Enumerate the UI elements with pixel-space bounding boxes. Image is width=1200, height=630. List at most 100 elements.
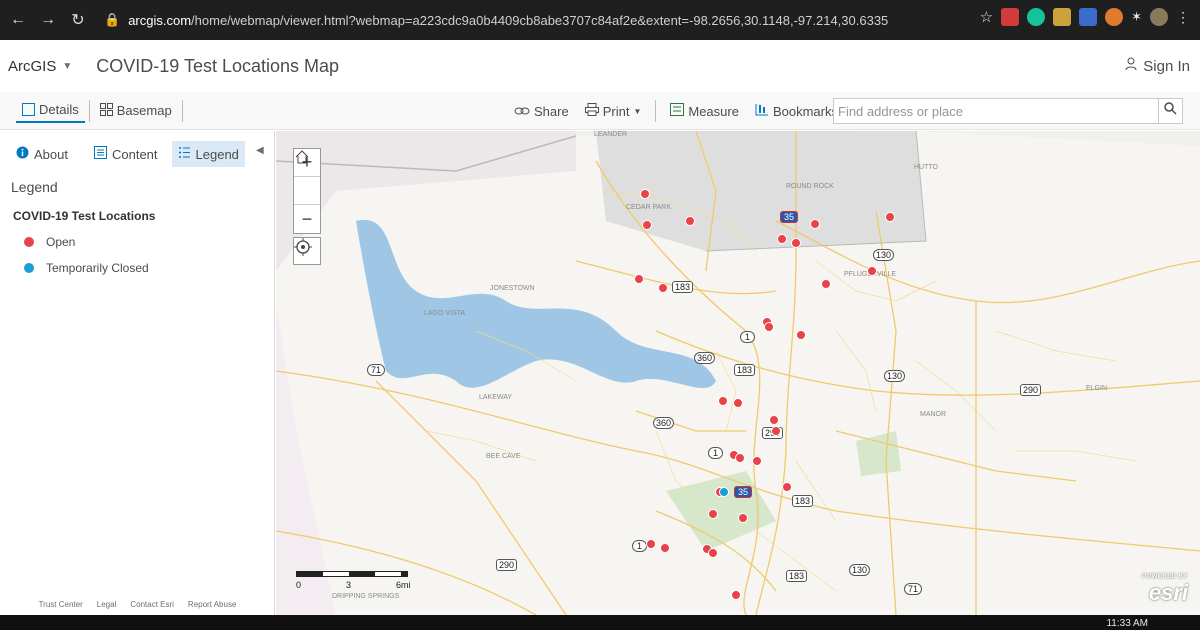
esri-wordmark: esri: [1148, 580, 1188, 605]
toolbar-actions: Share Print ▼ Measure Bookmarks: [508, 99, 844, 123]
closed-swatch: [24, 263, 34, 273]
tab-label: Content: [111, 146, 158, 162]
test-location-marker[interactable]: [885, 212, 895, 222]
details-icon: [22, 103, 35, 116]
tab-legend[interactable]: Legend: [171, 141, 245, 167]
scale-label: 0: [296, 580, 302, 590]
home-button[interactable]: [294, 150, 320, 205]
zoom-out-button[interactable]: −: [294, 205, 320, 233]
tab-label: Legend: [195, 146, 239, 162]
details-button[interactable]: Details: [16, 99, 85, 123]
test-location-marker[interactable]: [685, 216, 695, 226]
map-view[interactable]: LEANDER ROUND ROCK CEDAR PARK HUTTO PFLU…: [276, 131, 1200, 615]
test-location-marker[interactable]: [718, 396, 728, 406]
extension-icon[interactable]: [1105, 8, 1124, 26]
test-location-marker[interactable]: [634, 274, 644, 284]
toolbar-divider: [181, 99, 183, 122]
test-location-marker[interactable]: [658, 283, 668, 293]
test-location-marker[interactable]: [764, 322, 774, 332]
test-location-marker[interactable]: [782, 482, 792, 492]
test-location-marker[interactable]: [796, 330, 806, 340]
back-icon[interactable]: ←: [6, 8, 30, 32]
info-icon: [16, 146, 29, 162]
test-location-marker[interactable]: [708, 548, 718, 558]
test-location-marker[interactable]: [810, 219, 820, 229]
print-button[interactable]: Print ▼: [579, 99, 648, 123]
clock: 11:33 AM: [1106, 618, 1148, 629]
bookmarks-label: Bookmarks: [772, 103, 838, 119]
test-location-marker[interactable]: [733, 398, 743, 408]
test-location-marker[interactable]: [735, 453, 745, 463]
basemap-button[interactable]: Basemap: [94, 99, 178, 123]
app-header: ArcGIS ▼ COVID-19 Test Locations Map Sig…: [0, 40, 1200, 92]
place-label: CEDAR PARK: [626, 204, 671, 211]
arcgis-menu[interactable]: ArcGIS ▼: [8, 58, 72, 75]
place-label: DRIPPING SPRINGS: [332, 593, 400, 600]
esri-logo[interactable]: POWERED BY esri: [1142, 574, 1188, 606]
measure-button[interactable]: Measure: [664, 99, 745, 123]
scale-bar: [296, 571, 408, 577]
extensions: ☆ ✶ ⋮: [980, 8, 1190, 26]
highway-shield: 360: [694, 352, 716, 364]
bookmarks-button[interactable]: Bookmarks: [749, 99, 844, 123]
highway-shield: 130: [873, 249, 895, 261]
legend-icon: [178, 146, 191, 162]
toolbar-divider: [655, 100, 657, 122]
bookmark-star-icon[interactable]: ☆: [980, 8, 993, 26]
trust-center-link[interactable]: Trust Center: [39, 600, 83, 609]
search-button[interactable]: [1158, 99, 1182, 123]
sign-in-button[interactable]: Sign In: [1125, 57, 1190, 75]
search-icon: [1164, 102, 1177, 120]
more-menu-icon[interactable]: ⋮: [1176, 9, 1190, 26]
highway-shield: 71: [904, 583, 923, 595]
bookmarks-icon: [755, 103, 769, 119]
test-location-marker[interactable]: [640, 189, 650, 199]
test-location-marker[interactable]: [708, 509, 718, 519]
details-label: Details: [39, 102, 79, 117]
extension-icon[interactable]: [1001, 8, 1020, 26]
search-input[interactable]: [834, 99, 1158, 123]
avatar[interactable]: [1150, 8, 1168, 26]
test-location-marker[interactable]: [777, 234, 787, 244]
highway-shield: 35: [780, 211, 799, 223]
grammarly-icon[interactable]: [1027, 8, 1046, 26]
highway-shield: 183: [672, 281, 694, 293]
test-location-marker[interactable]: [660, 543, 670, 553]
legal-link[interactable]: Legal: [97, 600, 117, 609]
report-abuse-link[interactable]: Report Abuse: [188, 600, 236, 609]
url-host: arcgis.com: [128, 12, 192, 28]
scale-label: 6mi: [396, 580, 411, 590]
legend-heading: Legend: [11, 179, 58, 195]
collapse-panel-icon[interactable]: ◀: [256, 145, 264, 156]
highway-shield: 183: [792, 495, 814, 507]
test-location-marker[interactable]: [752, 456, 762, 466]
extension-icon[interactable]: [1053, 8, 1072, 26]
share-button[interactable]: Share: [508, 99, 575, 123]
forward-icon[interactable]: →: [36, 8, 60, 32]
test-location-marker[interactable]: [731, 590, 741, 600]
test-location-marker[interactable]: [821, 279, 831, 289]
highway-shield: 290: [1020, 384, 1042, 396]
extension-icon[interactable]: [1079, 8, 1098, 26]
tab-about[interactable]: About: [10, 141, 74, 167]
test-location-marker[interactable]: [791, 238, 801, 248]
contact-esri-link[interactable]: Contact Esri: [130, 600, 174, 609]
test-location-marker[interactable]: [642, 220, 652, 230]
reload-icon[interactable]: ↻: [66, 8, 90, 32]
test-location-marker[interactable]: [867, 266, 877, 276]
place-label: MANOR: [920, 411, 947, 418]
test-location-marker[interactable]: [738, 513, 748, 523]
test-location-marker[interactable]: [769, 415, 779, 425]
caret-down-icon: ▼: [633, 106, 642, 116]
test-location-marker[interactable]: [771, 426, 781, 436]
highway-shield: 35: [734, 486, 753, 498]
test-location-marker[interactable]: [646, 539, 656, 549]
puzzle-icon[interactable]: ✶: [1131, 9, 1142, 25]
test-location-marker-closed[interactable]: [719, 487, 729, 497]
share-label: Share: [534, 103, 569, 119]
tab-content[interactable]: Content: [88, 141, 164, 167]
highway-shield: 1: [740, 331, 756, 343]
zoom-control: + −: [293, 148, 321, 234]
address-bar[interactable]: 🔒 arcgis.com/home/webmap/viewer.html?web…: [104, 12, 888, 28]
locate-button[interactable]: [293, 237, 321, 265]
